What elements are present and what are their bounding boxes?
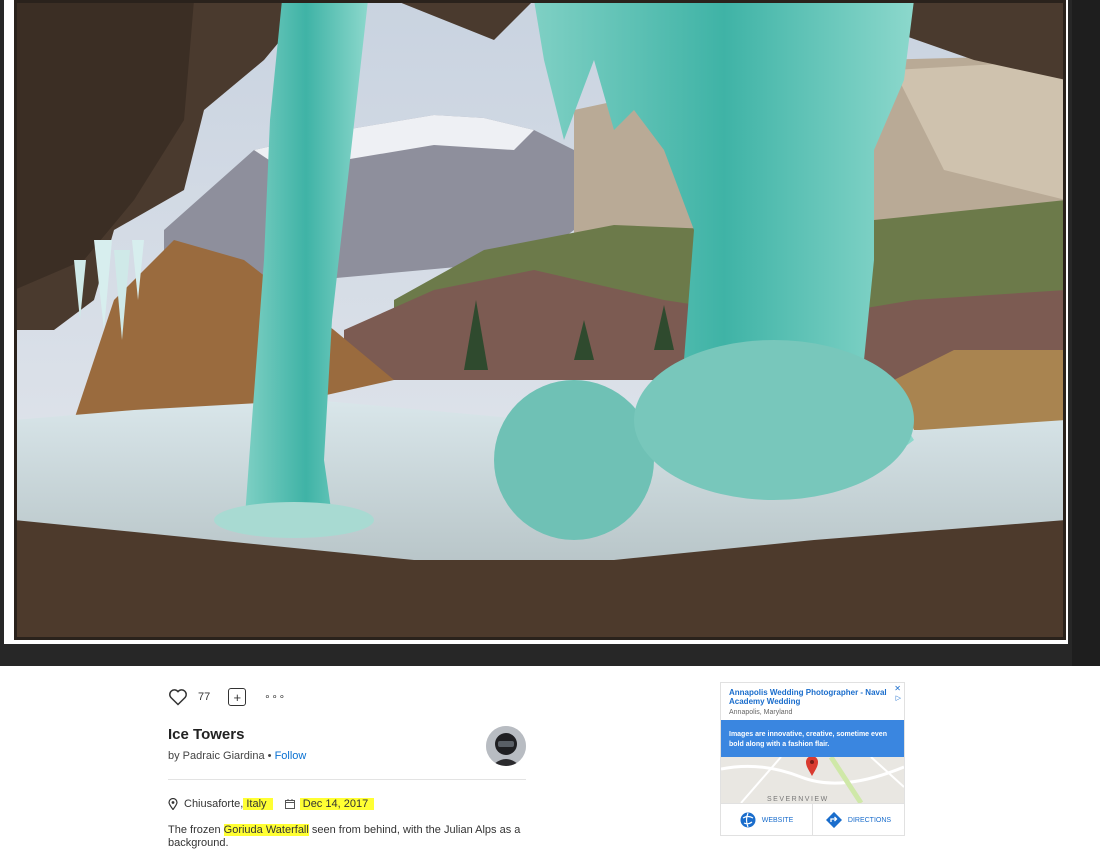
photo-actions: 77 + ∘∘∘ xyxy=(168,686,286,708)
directions-icon xyxy=(825,811,842,829)
map-marker-icon xyxy=(806,757,818,776)
photo-title: Ice Towers xyxy=(168,726,245,743)
ad-subtitle: Annapolis, Maryland xyxy=(729,709,793,716)
ad-map[interactable]: SEVERNVIEW xyxy=(721,757,904,803)
description-highlight: Goriuda Waterfall xyxy=(223,824,309,836)
viewer-side-panel xyxy=(1072,0,1100,666)
ad-website-label: WEBSITE xyxy=(761,816,794,824)
ad-body-panel: Images are innovative, creative, sometim… xyxy=(721,720,904,757)
ad-title[interactable]: Annapolis Wedding Photographer - Naval A… xyxy=(729,688,889,706)
ad-website-button[interactable]: WEBSITE xyxy=(721,804,812,836)
avatar[interactable] xyxy=(486,726,526,766)
add-to-gallery-icon[interactable]: + xyxy=(228,688,247,706)
divider xyxy=(168,779,526,780)
photographer-byline: by Padraic Giardina • Follow xyxy=(168,750,306,762)
like-count: 77 xyxy=(198,691,211,703)
follow-link[interactable]: Follow xyxy=(275,750,307,762)
location-pin-icon xyxy=(168,797,178,811)
photo-description: The frozen Goriuda Waterfall seen from b… xyxy=(168,824,521,849)
location-city[interactable]: Chiusaforte, xyxy=(184,798,243,810)
globe-icon xyxy=(740,812,756,828)
photo-frame xyxy=(4,0,1068,644)
calendar-icon xyxy=(284,799,295,809)
photographer-name[interactable]: by Padraic Giardina xyxy=(168,750,265,762)
ad-directions-label: DIRECTIONS xyxy=(847,816,892,824)
photo-viewer xyxy=(0,0,1100,666)
ad-directions-button[interactable]: DIRECTIONS xyxy=(812,804,904,836)
heart-icon[interactable] xyxy=(168,688,188,706)
adchoices-icon[interactable]: ▷ xyxy=(896,694,901,702)
ad-map-label: SEVERNVIEW xyxy=(767,796,829,803)
more-icon[interactable]: ∘∘∘ xyxy=(264,692,286,703)
main-photo[interactable] xyxy=(14,0,1066,640)
close-icon[interactable]: ✕ xyxy=(894,684,901,693)
photo-ice-towers xyxy=(14,0,1066,640)
photo-date: Dec 14, 2017 xyxy=(299,798,375,810)
ad-panel[interactable]: Annapolis Wedding Photographer - Naval A… xyxy=(720,682,905,836)
photo-meta: Chiusaforte, Italy Dec 14, 2017 xyxy=(168,797,375,811)
ad-buttons: WEBSITE DIRECTIONS xyxy=(721,803,904,836)
location-country[interactable]: Italy xyxy=(243,798,273,810)
byline-separator: • xyxy=(264,750,275,762)
ad-body-text: Images are innovative, creative, sometim… xyxy=(729,731,887,748)
